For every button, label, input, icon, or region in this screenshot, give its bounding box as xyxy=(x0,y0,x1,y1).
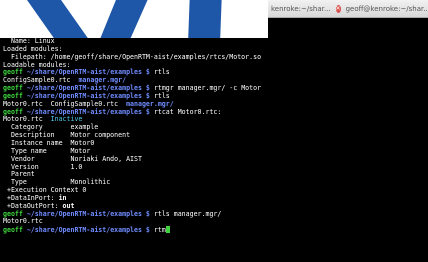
output-text: ConfigSample0.rtc xyxy=(3,76,79,85)
prompt-path: ~/share/OpenRTM-aist/examples $ xyxy=(22,68,150,77)
terminal-output[interactable]: Name: Linux Loaded modules: Filepath: /ho… xyxy=(0,38,428,262)
output-text: Instance name Motor0 xyxy=(3,138,95,147)
output-text: Loadable modules: xyxy=(3,60,71,69)
terminal-tab-bar: kenroke:~/shar... ✕ geoff@kenroke:~/shar… xyxy=(268,0,428,18)
output-text: manager.mgr/ xyxy=(78,76,127,85)
terminal-line: Motor0.rtc xyxy=(3,217,428,226)
prompt-user: geoff xyxy=(3,91,23,100)
output-text: Vendor Noriaki Ando, AIST xyxy=(3,154,142,163)
prompt-user: geoff xyxy=(3,107,23,116)
command-text: rtls xyxy=(149,68,170,77)
terminal-line: geoff ~/share/OpenRTM-aist/examples $ rt… xyxy=(3,226,428,234)
output-text: +DataInPort: xyxy=(3,193,59,202)
prompt-path: ~/share/OpenRTM-aist/examples $ xyxy=(22,209,150,218)
output-text: Type Monolithic xyxy=(3,178,111,187)
prompt-user: geoff xyxy=(3,84,23,93)
screen: kenroke:~/shar... ✕ geoff@kenroke:~/shar… xyxy=(0,0,428,262)
output-text: Category example xyxy=(3,123,99,132)
command-text: rtcat Motor0.rtc: xyxy=(149,107,222,116)
output-text: Version 1.0 xyxy=(3,162,83,171)
output-text: Loaded modules: xyxy=(3,44,63,53)
prompt-user: geoff xyxy=(3,226,23,235)
prompt-path: ~/share/OpenRTM-aist/examples $ xyxy=(22,226,150,235)
prompt-user: geoff xyxy=(3,209,23,218)
terminal-line: Name: Linux xyxy=(3,38,428,46)
terminal-tab-2[interactable]: geoff@kenroke:~/shar... xyxy=(343,5,428,13)
command-text: rtm xyxy=(149,226,166,235)
command-text: rtls xyxy=(149,91,170,100)
command-text: rtmgr manager.mgr/ -c Motor xyxy=(149,84,262,93)
output-text: Inactive xyxy=(50,115,83,124)
output-text: out xyxy=(62,201,75,210)
output-text: Parent xyxy=(3,170,35,179)
prompt-path: ~/share/OpenRTM-aist/examples $ xyxy=(22,107,150,116)
output-text: Motor0.rtc ConfigSample0.rtc xyxy=(3,99,127,108)
prompt-user: geoff xyxy=(3,68,23,77)
terminal-line: +Execution Context 0 xyxy=(3,186,428,195)
terminal-tab-1[interactable]: kenroke:~/shar... xyxy=(268,5,334,13)
output-text: +Execution Context 0 xyxy=(3,186,87,195)
command-text: rtls manager.mgr/ xyxy=(149,209,222,218)
text-cursor xyxy=(165,226,170,234)
tab-close-icon[interactable]: ✕ xyxy=(335,4,341,13)
output-text: Description Motor component xyxy=(3,131,131,140)
prompt-path: ~/share/OpenRTM-aist/examples $ xyxy=(22,91,150,100)
output-text: Filepath: /home/geoff/share/OpenRTM-aist… xyxy=(3,52,262,61)
output-text: +DataOutPort: xyxy=(3,201,63,210)
terminal-line: geoff ~/share/OpenRTM-aist/examples $ rt… xyxy=(3,209,428,219)
output-text: Type name Motor xyxy=(3,146,91,155)
prompt-path: ~/share/OpenRTM-aist/examples $ xyxy=(22,84,150,93)
output-text: manager.mgr/ xyxy=(126,99,174,108)
output-text: Motor0.rtc xyxy=(3,115,51,124)
output-text: Motor0.rtc xyxy=(3,217,43,226)
terminal-line: Version 1.0 xyxy=(3,162,428,172)
output-text: in xyxy=(58,193,67,202)
